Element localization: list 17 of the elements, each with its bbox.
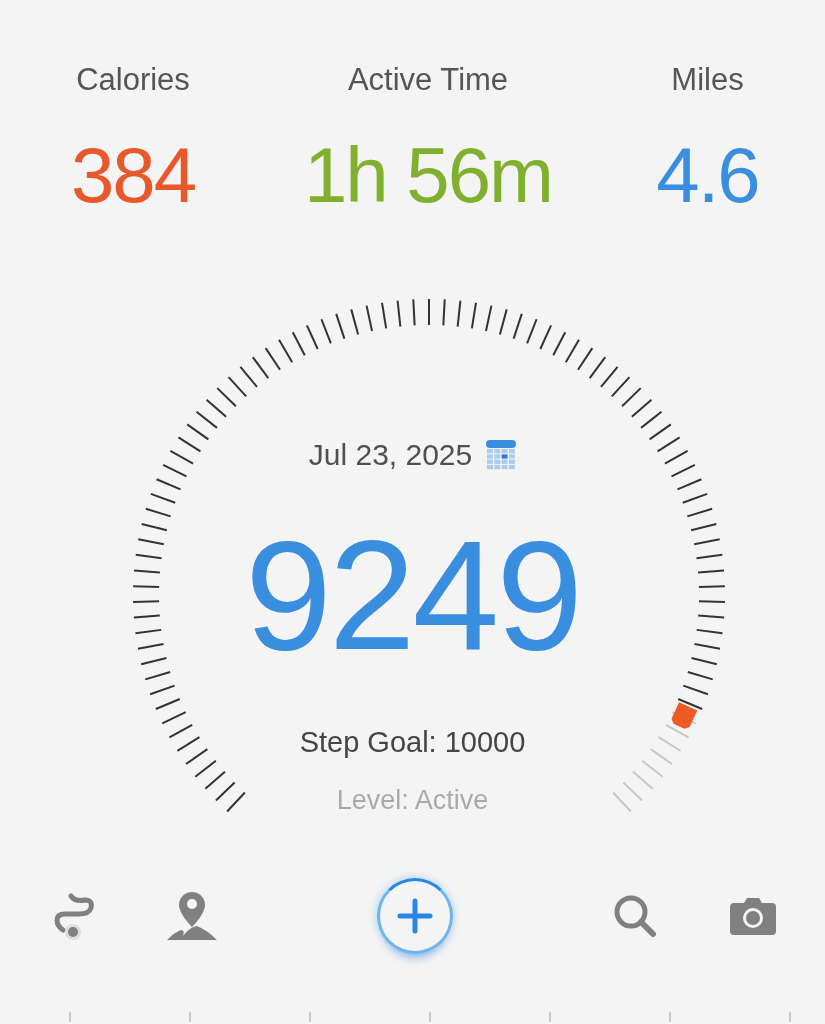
stat-label: Miles [671, 61, 744, 99]
date-label: Jul 23, 2025 [308, 438, 473, 472]
map-pin-icon[interactable] [166, 890, 218, 942]
activity-level-label: Level: Active [336, 784, 489, 817]
stat-value: 1h 56m [303, 130, 553, 220]
step-count: 9249 [244, 510, 580, 680]
plus-icon [396, 898, 433, 934]
step-goal-label: Step Goal: 10000 [299, 725, 526, 760]
calendar-icon[interactable] [486, 440, 517, 470]
stat-label: Calories [76, 61, 190, 99]
stat-label: Active Time [347, 61, 509, 99]
camera-icon[interactable] [730, 897, 776, 935]
search-icon[interactable] [613, 894, 657, 938]
progress-marker-icon [671, 702, 698, 729]
add-button[interactable] [376, 878, 453, 954]
stat-value: 384 [70, 130, 196, 220]
stat-value: 4.6 [656, 130, 759, 220]
